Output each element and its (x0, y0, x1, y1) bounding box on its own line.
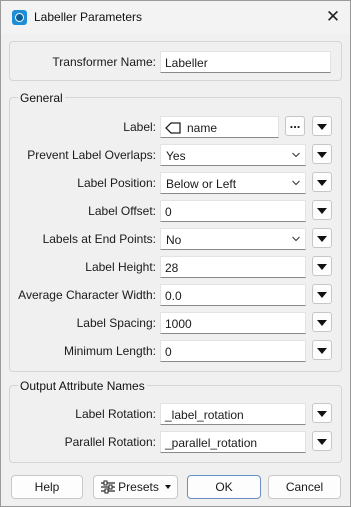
end-points-row: Labels at End Points: No (1, 228, 350, 250)
prevent-overlaps-value: Yes (166, 149, 186, 163)
label-position-select[interactable]: Below or Left (160, 172, 306, 194)
presets-sliders-icon (101, 480, 116, 494)
chevron-down-icon (292, 152, 300, 158)
transformer-name-row: Transformer Name: Labeller (1, 51, 350, 73)
label-rotation-menu-button[interactable] (312, 403, 332, 423)
chevron-down-icon (292, 180, 300, 186)
output-group-title: Output Attribute Names (18, 379, 147, 393)
label-field[interactable]: name (160, 116, 279, 138)
transformer-name-field[interactable]: Labeller (160, 51, 331, 73)
parallel-rotation-menu-button[interactable] (312, 431, 332, 451)
end-points-select[interactable]: No (160, 228, 306, 250)
prevent-overlaps-row: Prevent Label Overlaps: Yes (1, 144, 350, 166)
label-position-label: Label Position: (77, 176, 156, 190)
char-width-menu-button[interactable] (312, 284, 332, 304)
label-rotation-row: Label Rotation: _label_rotation (1, 403, 350, 425)
app-icon (12, 10, 27, 25)
label-height-row: Label Height: 28 (1, 256, 350, 278)
general-group-title: General (18, 91, 65, 105)
label-offset-row: Label Offset: 0 (1, 200, 350, 222)
label-menu-button[interactable] (312, 116, 332, 136)
label-position-value: Below or Left (166, 177, 237, 191)
label-position-row: Label Position: Below or Left (1, 172, 350, 194)
min-length-menu-button[interactable] (312, 340, 332, 360)
parallel-rotation-field[interactable]: _parallel_rotation (160, 431, 306, 453)
label-offset-menu-button[interactable] (312, 200, 332, 220)
parallel-rotation-row: Parallel Rotation: _parallel_rotation (1, 431, 350, 453)
prevent-overlaps-menu-button[interactable] (312, 144, 332, 164)
title-bar: Labeller Parameters ✕ (1, 1, 350, 34)
close-button[interactable]: ✕ (319, 4, 347, 30)
prevent-overlaps-select[interactable]: Yes (160, 144, 306, 166)
label-row: Label: name ... (1, 116, 350, 138)
label-position-menu-button[interactable] (312, 172, 332, 192)
label-rotation-field[interactable]: _label_rotation (160, 403, 306, 425)
chevron-down-icon (164, 485, 171, 489)
label-spacing-field[interactable]: 1000 (160, 312, 306, 334)
browse-button[interactable]: ... (285, 116, 305, 136)
label-spacing-label: Label Spacing: (76, 316, 156, 330)
end-points-label: Labels at End Points: (42, 232, 156, 246)
min-length-row: Minimum Length: 0 (1, 340, 350, 362)
char-width-label: Average Character Width: (18, 288, 156, 302)
label-spacing-row: Label Spacing: 1000 (1, 312, 350, 334)
min-length-label: Minimum Length: (63, 344, 156, 358)
labeller-parameters-dialog: Labeller Parameters ✕ Transformer Name: … (0, 0, 351, 507)
window-title: Labeller Parameters (34, 10, 143, 24)
help-button[interactable]: Help (11, 475, 83, 499)
ok-button[interactable]: OK (187, 475, 261, 499)
chevron-down-icon (292, 236, 300, 242)
char-width-row: Average Character Width: 0.0 (1, 284, 350, 306)
char-width-field[interactable]: 0.0 (160, 284, 306, 306)
label-height-field[interactable]: 28 (160, 256, 306, 278)
label-field-value: name (187, 121, 218, 135)
label-offset-field[interactable]: 0 (160, 200, 306, 222)
label-label: Label: (123, 120, 156, 134)
presets-label: Presets (118, 480, 159, 494)
transformer-name-label: Transformer Name: (52, 55, 156, 69)
end-points-value: No (166, 233, 182, 247)
min-length-field[interactable]: 0 (160, 340, 306, 362)
prevent-overlaps-label: Prevent Label Overlaps: (27, 148, 156, 162)
parallel-rotation-label: Parallel Rotation: (64, 435, 156, 449)
end-points-menu-button[interactable] (312, 228, 332, 248)
label-offset-label: Label Offset: (88, 204, 156, 218)
attribute-icon (165, 122, 181, 134)
presets-button[interactable]: Presets (93, 475, 178, 499)
label-height-label: Label Height: (85, 260, 156, 274)
cancel-button[interactable]: Cancel (268, 475, 341, 499)
label-rotation-label: Label Rotation: (75, 407, 156, 421)
label-height-menu-button[interactable] (312, 256, 332, 276)
label-spacing-menu-button[interactable] (312, 312, 332, 332)
